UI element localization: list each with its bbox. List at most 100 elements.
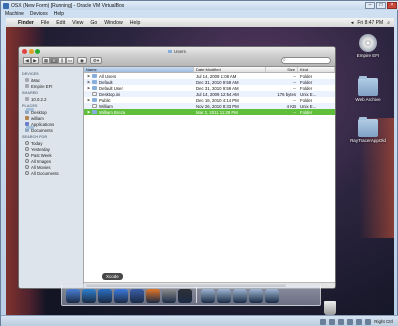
- network-status-icon[interactable]: [338, 318, 345, 325]
- virtualbox-window: OSX (New Form) [Running] - Oracle VM Vir…: [0, 0, 398, 326]
- forward-button[interactable]: ▶: [31, 57, 39, 64]
- firefox-dock-icon[interactable]: [146, 289, 160, 303]
- column-header-name[interactable]: Name: [84, 67, 194, 72]
- menu-finder[interactable]: Finder: [18, 20, 34, 26]
- file-name: Public: [99, 97, 111, 103]
- desktop-icon-label: Web Archive: [355, 97, 381, 102]
- sidebar-item-label: Today: [31, 140, 43, 146]
- minimize-button[interactable]: –: [365, 2, 375, 9]
- folder-title-icon: [168, 49, 173, 53]
- back-button[interactable]: ◀: [23, 57, 31, 64]
- trash-icon[interactable]: [324, 301, 336, 315]
- folder-icon: [92, 98, 97, 102]
- cd-status-icon[interactable]: [329, 318, 336, 325]
- quick-look-eye-icon[interactable]: ◉: [77, 57, 87, 64]
- folder-icon: [358, 117, 378, 137]
- stack-dock-icon-1[interactable]: [201, 289, 215, 303]
- stack-dock-icon-4[interactable]: [249, 289, 263, 303]
- app-store-dock-icon[interactable]: [98, 289, 112, 303]
- spotlight-icon[interactable]: ⌕: [387, 20, 390, 26]
- itunes-dock-icon[interactable]: [114, 289, 128, 303]
- traffic-lights: [22, 48, 40, 54]
- menu-machine[interactable]: Machine: [5, 11, 24, 17]
- clock[interactable]: Fri 8:47 PM: [357, 20, 383, 26]
- column-header-date[interactable]: Date Modified: [194, 67, 266, 72]
- usb-status-icon[interactable]: [347, 318, 354, 325]
- finder-titlebar[interactable]: Users: [19, 47, 335, 55]
- close-window-button[interactable]: [22, 48, 27, 54]
- sidebar-item-label: iMac: [31, 77, 41, 83]
- stack-dock-icon-5[interactable]: [265, 289, 279, 303]
- sidebar-item-label: Empire EFI: [31, 83, 53, 89]
- menu-window[interactable]: Window: [104, 20, 122, 26]
- document-icon: [92, 104, 97, 108]
- terminal-dock-icon[interactable]: [178, 289, 192, 303]
- shared-folders-status-icon[interactable]: [356, 318, 363, 325]
- menu-edit[interactable]: Edit: [56, 20, 65, 26]
- finder-toolbar: ◀ ▶ ▦ ≡ ⫼ ▭ ◉ ⚙▾: [19, 55, 335, 67]
- desktop-icon-empire-efi[interactable]: Empire EFI: [348, 34, 388, 58]
- hard-disk-status-icon[interactable]: [320, 318, 327, 325]
- file-name: William: [99, 103, 113, 109]
- finder-dock-icon[interactable]: [66, 289, 80, 303]
- sidebar-item[interactable]: 10.0.2.2: [19, 96, 83, 102]
- menu-view[interactable]: View: [72, 20, 83, 26]
- menu-file[interactable]: File: [41, 20, 49, 26]
- sidebar-item[interactable]: Empire EFI: [19, 83, 83, 89]
- sidebar-item-label: Applications: [31, 121, 55, 127]
- search-icon: [25, 141, 29, 145]
- sidebar-item-label: Past Week: [31, 152, 52, 158]
- file-row[interactable]: ▶ William Breza Mar 2, 2011 11:28 PM -- Fold…: [84, 109, 335, 115]
- hd-icon: [25, 97, 29, 101]
- column-header-kind[interactable]: Kind: [298, 67, 335, 72]
- search-icon: [25, 153, 29, 157]
- maximize-button[interactable]: □: [376, 2, 386, 9]
- window-controls: – □ ×: [365, 2, 397, 9]
- xcode-dock-icon[interactable]: [130, 289, 144, 303]
- sidebar-item-label: Yesterday: [31, 146, 50, 152]
- dock: [61, 284, 321, 306]
- close-button[interactable]: ×: [387, 2, 397, 9]
- virtualbox-app-icon: [3, 2, 9, 9]
- file-name: Default User: [99, 85, 123, 91]
- sidebar-item[interactable]: Documents: [19, 126, 83, 133]
- mac-menubar: Finder File Edit View Go Window Help ◂ F…: [6, 18, 394, 27]
- search-field[interactable]: [281, 57, 331, 64]
- folder-icon: [358, 76, 378, 96]
- action-gear-icon[interactable]: ⚙▾: [90, 57, 102, 64]
- icon-view-icon[interactable]: ▦: [42, 57, 50, 64]
- minimize-window-button[interactable]: [28, 48, 34, 54]
- system-prefs-dock-icon[interactable]: [162, 289, 176, 303]
- folder-icon: [92, 74, 97, 78]
- sidebar-item[interactable]: All Documents: [19, 170, 83, 176]
- stack-dock-icon-2[interactable]: [217, 289, 231, 303]
- coverflow-view-icon[interactable]: ▭: [66, 57, 74, 64]
- menu-help[interactable]: Help: [130, 20, 141, 26]
- file-kind-cell: Folder: [300, 109, 313, 115]
- list-view-icon[interactable]: ≡: [50, 57, 58, 64]
- safari-dock-icon[interactable]: [82, 289, 96, 303]
- volume-icon[interactable]: ◂: [351, 20, 354, 26]
- file-name: Desktop.ini: [99, 91, 121, 97]
- column-header-size[interactable]: Size: [266, 67, 298, 72]
- sidebar-item-label: All Movies: [31, 164, 51, 170]
- guest-screen[interactable]: Finder File Edit View Go Window Help ◂ F…: [6, 18, 394, 315]
- hd-icon: [25, 78, 29, 82]
- mouse-integration-icon[interactable]: [365, 318, 372, 325]
- folder-icon: [25, 108, 34, 114]
- desktop-icon-raytracerappold[interactable]: RayTracerAppOld: [348, 117, 388, 143]
- virtualbox-titlebar: OSX (New Form) [Running] - Oracle VM Vir…: [1, 1, 398, 10]
- folder-icon: [92, 110, 97, 114]
- hd-icon: [25, 84, 29, 88]
- menu-help[interactable]: Help: [54, 11, 64, 17]
- folder-icon: [92, 80, 97, 84]
- dock-separator: [196, 287, 197, 303]
- stack-dock-icon-3[interactable]: [233, 289, 247, 303]
- menu-go[interactable]: Go: [90, 20, 97, 26]
- zoom-window-button[interactable]: [35, 48, 40, 54]
- sidebar-item-label: william: [31, 115, 44, 121]
- column-view-icon[interactable]: ⫼: [58, 57, 66, 64]
- file-name: Default: [99, 79, 113, 85]
- menu-devices[interactable]: Devices: [30, 11, 48, 17]
- desktop-icon-web-archive[interactable]: Web Archive: [348, 76, 388, 102]
